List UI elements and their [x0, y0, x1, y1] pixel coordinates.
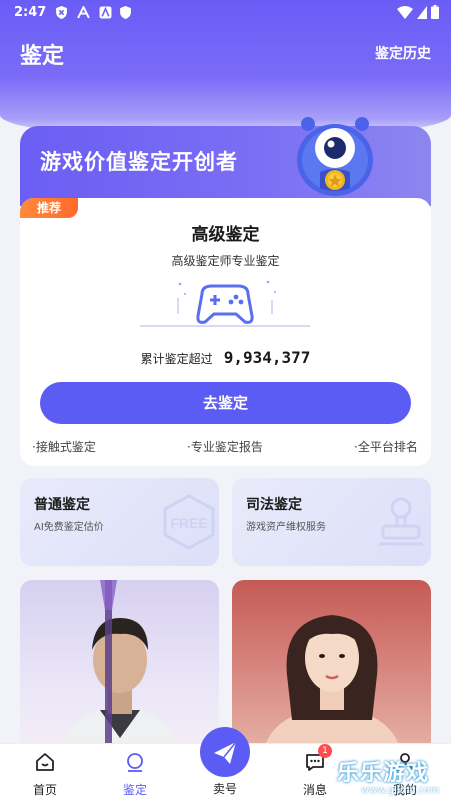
nav-home-label: 首页	[32, 783, 57, 797]
service-description: AI免费鉴定估价	[34, 522, 104, 533]
service-title: 普通鉴定	[34, 497, 90, 513]
paper-plane-icon	[214, 741, 237, 764]
site-watermark: 乐乐游戏 www.gllmll.com	[331, 755, 451, 803]
nav-home[interactable]: 首页	[15, 744, 75, 803]
woman-portrait-image	[262, 615, 402, 755]
page-title: 鉴定	[20, 44, 65, 69]
premium-appraisal-card: 推荐 高级鉴定 高级鉴定师专业鉴定 累计鉴定超过 9,934,377 去鉴定 ·…	[20, 198, 431, 466]
person-with-sword-image	[60, 580, 180, 755]
start-appraisal-button[interactable]: 去鉴定	[40, 382, 411, 424]
card-title: 高级鉴定	[191, 225, 260, 245]
shield-icon	[120, 6, 131, 19]
feature-item: ·专业鉴定报告	[187, 440, 263, 454]
judicial-appraisal-card[interactable]: 司法鉴定 游戏资产维权服务	[232, 478, 431, 566]
status-right	[396, 5, 439, 23]
shield-x-icon	[56, 6, 67, 19]
nav-appraisal[interactable]: 鉴定	[105, 744, 165, 803]
feature-item: ·全平台排名	[354, 440, 418, 454]
appraisal-count-label: 累计鉴定超过	[140, 352, 213, 366]
message-count-badge: 1	[318, 744, 332, 758]
free-badge-icon: FREE	[163, 494, 215, 550]
nav-appraisal-label: 鉴定	[122, 783, 147, 797]
card-subtitle: 高级鉴定师专业鉴定	[171, 254, 280, 268]
promo-photo-right[interactable]	[232, 580, 431, 755]
wifi-icon	[396, 6, 413, 19]
appraisal-count-value: 9,934,377	[223, 348, 311, 367]
status-time: 2:47	[14, 5, 47, 20]
signal-icon	[416, 6, 427, 19]
history-link[interactable]: 鉴定历史	[375, 43, 431, 63]
hero-title: 游戏价值鉴定开创者	[40, 150, 238, 174]
gamepad-icon	[140, 280, 310, 327]
standard-appraisal-card[interactable]: 普通鉴定 AI免费鉴定估价 FREE	[20, 478, 219, 566]
service-title: 司法鉴定	[246, 497, 302, 513]
mascot-illustration	[297, 117, 373, 196]
watermark-url: www.gllmll.com	[361, 785, 440, 796]
status-bar: 2:47	[0, 0, 451, 26]
watermark-text: 乐乐游戏	[337, 761, 430, 786]
feature-item: ·接触式鉴定	[32, 440, 96, 454]
appraisal-count-row: 累计鉴定超过 9,934,377	[20, 348, 431, 367]
promo-photo-left[interactable]	[20, 580, 219, 755]
appraisal-icon	[127, 753, 143, 772]
service-description: 游戏资产维权服务	[246, 522, 326, 533]
sell-account-button[interactable]	[200, 727, 250, 777]
free-badge-text: FREE	[170, 515, 207, 531]
recommend-badge: 推荐	[20, 198, 78, 218]
app-a-box-icon	[99, 6, 112, 19]
home-icon	[36, 753, 54, 771]
app-a-icon	[77, 6, 90, 19]
stamp-icon	[379, 497, 423, 546]
battery-icon	[431, 5, 439, 19]
nav-sell-label: 卖号	[212, 782, 237, 796]
